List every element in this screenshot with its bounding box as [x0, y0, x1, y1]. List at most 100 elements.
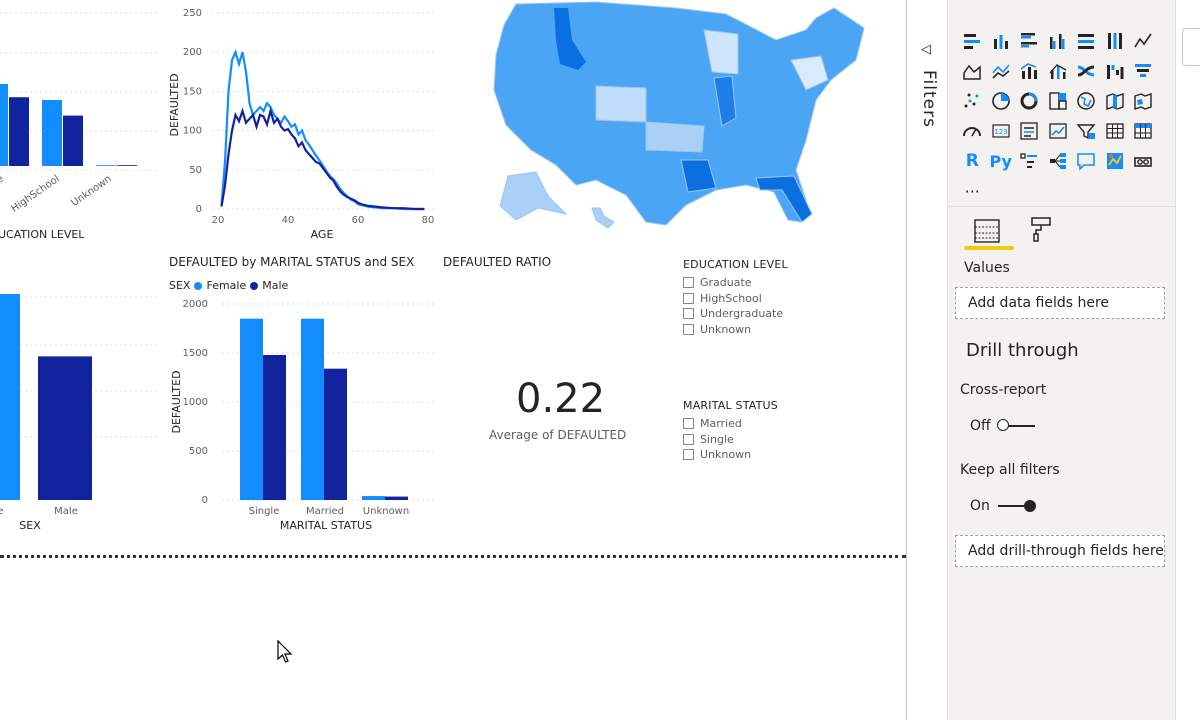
multirow-card-icon[interactable]: [1015, 116, 1044, 146]
clustered-bar-icon[interactable]: [1015, 26, 1044, 56]
python-visual-icon[interactable]: Py: [987, 146, 1016, 176]
svg-text:123: 123: [994, 128, 1007, 136]
filters-label[interactable]: Filters: [919, 70, 939, 128]
marital-status-bar-chart[interactable]: 0 500 1000 1500 2000 Single Married Unknown DEF…: [160, 290, 440, 540]
visualizations-pane: 123 R Py ··· Values Add data fields here Dr…: [947, 0, 1176, 720]
education-option[interactable]: Undergraduate: [683, 306, 788, 322]
arcgis-map-icon[interactable]: [1101, 146, 1130, 176]
qa-icon[interactable]: [1072, 146, 1101, 176]
stacked-area-icon[interactable]: [987, 56, 1016, 86]
100-column-icon[interactable]: [1101, 26, 1130, 56]
ribbon-chart-icon[interactable]: [1072, 56, 1101, 86]
values-field-well[interactable]: Add data fields here: [955, 287, 1165, 319]
map-state-alaska[interactable]: [499, 171, 568, 221]
bar-married-female[interactable]: [301, 318, 324, 500]
education-level-chart[interactable]: e HighSchool Unknown UCATION LEVEL: [0, 0, 160, 250]
marital-option[interactable]: Unknown: [683, 447, 778, 463]
map-state-hawaii[interactable]: [591, 207, 615, 229]
map-icon[interactable]: [1072, 86, 1101, 116]
education-option-label: HighSchool: [700, 291, 762, 305]
y-tick-label: 250: [183, 8, 202, 19]
bar-male[interactable]: [117, 165, 137, 166]
x-tick-label: HighSchool: [9, 173, 61, 214]
fields-pane-collapsed: [1175, 0, 1200, 720]
100-bar-icon[interactable]: [1072, 26, 1101, 56]
paginated-report-icon[interactable]: [1129, 146, 1158, 176]
key-influencers-icon[interactable]: [1015, 146, 1044, 176]
map-state-region[interactable]: [493, 1, 865, 226]
y-tick-label: 500: [189, 446, 208, 457]
bar-single-male[interactable]: [263, 354, 286, 500]
x-tick-label: 40: [282, 215, 295, 226]
collapse-filters-icon[interactable]: ◁: [921, 42, 931, 57]
area-chart-icon[interactable]: [958, 56, 987, 86]
bar-unknown-male[interactable]: [385, 496, 408, 500]
clustered-column-icon[interactable]: [1044, 26, 1073, 56]
line-chart-icon[interactable]: [1129, 26, 1158, 56]
map-state-light-region-2[interactable]: [645, 121, 705, 153]
cross-report-toggle[interactable]: Off: [970, 418, 1035, 434]
funnel-icon[interactable]: [1129, 56, 1158, 86]
format-tab[interactable]: [1026, 212, 1056, 246]
us-filled-map[interactable]: [476, 0, 868, 232]
stacked-bar-icon[interactable]: [958, 26, 987, 56]
checkbox-icon[interactable]: [683, 433, 694, 445]
shape-map-icon[interactable]: [1129, 86, 1158, 116]
fields-tab[interactable]: [962, 212, 1012, 250]
bar-male[interactable]: [63, 115, 83, 166]
expand-fields-button[interactable]: [1182, 28, 1200, 66]
cross-report-label: Cross-report: [960, 382, 1047, 398]
bar-unknown-female[interactable]: [362, 496, 385, 500]
checkbox-icon[interactable]: [683, 292, 694, 304]
r-visual-label: R: [965, 151, 979, 171]
checkbox-icon[interactable]: [683, 308, 694, 320]
filled-map-icon[interactable]: [1101, 86, 1130, 116]
education-option[interactable]: HighSchool: [683, 291, 788, 307]
bar-female[interactable]: [0, 84, 8, 166]
bar-male[interactable]: [9, 97, 29, 166]
matrix-icon[interactable]: [1129, 116, 1158, 146]
gauge-icon[interactable]: [958, 116, 987, 146]
bar-female[interactable]: [0, 294, 20, 500]
checkbox-icon[interactable]: [683, 449, 694, 461]
bar-female[interactable]: [96, 165, 116, 166]
donut-chart-icon[interactable]: [1015, 86, 1044, 116]
scatter-icon[interactable]: [958, 86, 987, 116]
more-icon[interactable]: ···: [958, 176, 987, 206]
keep-filters-toggle[interactable]: On: [970, 498, 1036, 514]
bar-married-male[interactable]: [324, 368, 347, 500]
checkbox-icon[interactable]: [683, 277, 694, 289]
report-canvas[interactable]: e HighSchool Unknown UCATION LEVEL 0 50 100 1…: [0, 0, 906, 720]
line-clustered-column-icon[interactable]: [1044, 56, 1073, 86]
slicer-icon[interactable]: [1072, 116, 1101, 146]
waterfall-icon[interactable]: [1101, 56, 1130, 86]
stacked-column-icon[interactable]: [987, 26, 1016, 56]
pie-chart-icon[interactable]: [987, 86, 1016, 116]
marital-option[interactable]: Married: [683, 416, 778, 432]
checkbox-icon[interactable]: [683, 418, 694, 430]
education-option[interactable]: Unknown: [683, 322, 788, 338]
card-icon[interactable]: 123: [987, 116, 1016, 146]
filters-pane[interactable]: ◁ Filters: [906, 0, 948, 720]
checkbox-icon[interactable]: [683, 323, 694, 335]
x-tick-label: 60: [352, 215, 365, 226]
line-series-male[interactable]: [220, 106, 425, 211]
education-option[interactable]: Graduate: [683, 275, 788, 291]
decomposition-tree-icon[interactable]: [1044, 146, 1073, 176]
line-column-icon[interactable]: [1015, 56, 1044, 86]
table-icon[interactable]: [1101, 116, 1130, 146]
bar-single-female[interactable]: [240, 318, 263, 500]
ratio-card-title: DEFAULTED RATIO: [443, 255, 552, 269]
r-visual-icon[interactable]: R: [958, 146, 987, 176]
drill-through-field-well[interactable]: Add drill-through fields here: [955, 535, 1165, 567]
map-state-light-region[interactable]: [595, 85, 647, 123]
bar-male[interactable]: [38, 356, 92, 500]
education-option-label: Unknown: [700, 322, 752, 336]
kpi-icon[interactable]: [1044, 116, 1073, 146]
marital-option[interactable]: Single: [683, 432, 778, 448]
age-line-chart[interactable]: 0 50 100 150 200 250 20 40 60 80 DEFAULTED AGE: [160, 0, 440, 250]
treemap-icon[interactable]: [1044, 86, 1073, 116]
sex-bar-chart[interactable]: ale Male SEX: [0, 280, 160, 540]
bar-female[interactable]: [42, 100, 62, 166]
toggle-knob-off: [996, 419, 1009, 431]
